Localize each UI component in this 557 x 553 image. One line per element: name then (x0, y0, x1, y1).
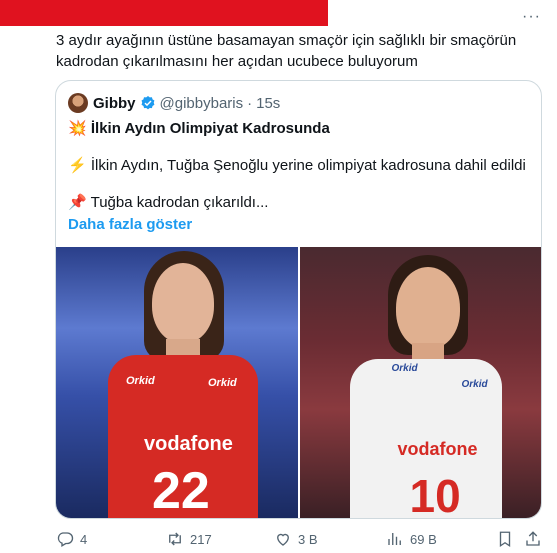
quote-author-name[interactable]: Gibby (93, 95, 136, 112)
show-more-link[interactable]: Daha fazla göster (68, 215, 528, 235)
heart-icon (277, 533, 289, 546)
quote-media: Orkid Orkid vodafone 22 Orkid Orkid voda… (56, 247, 541, 518)
quote-title-line: 💥 İlkin Aydın Olimpiyat Kadrosunda (68, 119, 528, 139)
share-icon (526, 531, 540, 546)
more-dots-icon[interactable]: ··· (522, 8, 541, 26)
quote-body: 💥 İlkin Aydın Olimpiyat Kadrosunda ⚡ İlk… (68, 117, 528, 235)
separator-dot: · (247, 94, 253, 112)
retweet-count: 217 (190, 531, 212, 547)
photo-player-22[interactable]: Orkid Orkid vodafone 22 (56, 247, 298, 518)
like-count: 3 B (298, 531, 318, 547)
reply-count: 4 (80, 531, 88, 547)
quote-title: İlkin Aydın Olimpiyat Kadrosunda (90, 120, 330, 137)
jersey-brand-right: Orkid (461, 379, 488, 390)
explosion-emoji-icon: 💥 (68, 120, 87, 137)
retweet-button[interactable]: 217 (166, 530, 212, 548)
jersey-brand-right: Orkid (208, 377, 237, 389)
reply-icon (57, 532, 74, 547)
views-button[interactable]: 69 B (386, 530, 437, 548)
jersey-number: 22 (152, 462, 210, 518)
pin-emoji-icon: 📌 (68, 194, 87, 211)
jersey-number: 10 (409, 470, 461, 518)
tweet-text: 3 aydır ayağının üstüne basamayan smaçör… (56, 32, 517, 70)
views-icon (388, 533, 401, 545)
lightning-emoji-icon: ⚡ (68, 157, 87, 174)
quote-time[interactable]: 15s (256, 95, 280, 112)
jersey-sponsor: vodafone (397, 439, 478, 459)
redacted-banner (0, 0, 328, 26)
quote-line-3: 📌 Tuğba kadrodan çıkarıldı... (68, 193, 528, 213)
photo-player-10[interactable]: Orkid Orkid vodafone 10 (299, 247, 541, 518)
reply-button[interactable]: 4 (56, 530, 87, 548)
face-shape (395, 267, 460, 349)
tweet-actions: 4 217 3 B 69 B (56, 530, 542, 548)
bookmark-button[interactable] (496, 530, 514, 548)
like-button[interactable]: 3 B (274, 530, 318, 548)
jersey-sponsor: vodafone (144, 433, 233, 455)
quote-line-2: ⚡ İlkin Aydın, Tuğba Şenoğlu yerine olim… (68, 156, 528, 176)
view-count: 69 B (410, 531, 437, 547)
quote-header: Gibby @gibbybaris · 15s (68, 93, 280, 113)
share-button[interactable] (524, 530, 542, 548)
jersey-brand-left: Orkid (126, 375, 155, 387)
verified-badge-icon (141, 96, 154, 110)
avatar[interactable] (68, 93, 88, 113)
quote-line-2-text: İlkin Aydın, Tuğba Şenoğlu yerine olimpi… (90, 157, 526, 174)
retweet-icon (169, 532, 181, 546)
quoted-tweet[interactable]: Gibby @gibbybaris · 15s 💥 İlkin Aydın Ol… (55, 80, 542, 519)
bookmark-icon (499, 531, 511, 548)
quote-author-handle[interactable]: @gibbybaris (160, 95, 244, 112)
face-shape (152, 263, 214, 343)
jersey-brand-left: Orkid (391, 363, 418, 374)
quote-line-3-text: Tuğba kadrodan çıkarıldı... (90, 194, 269, 211)
